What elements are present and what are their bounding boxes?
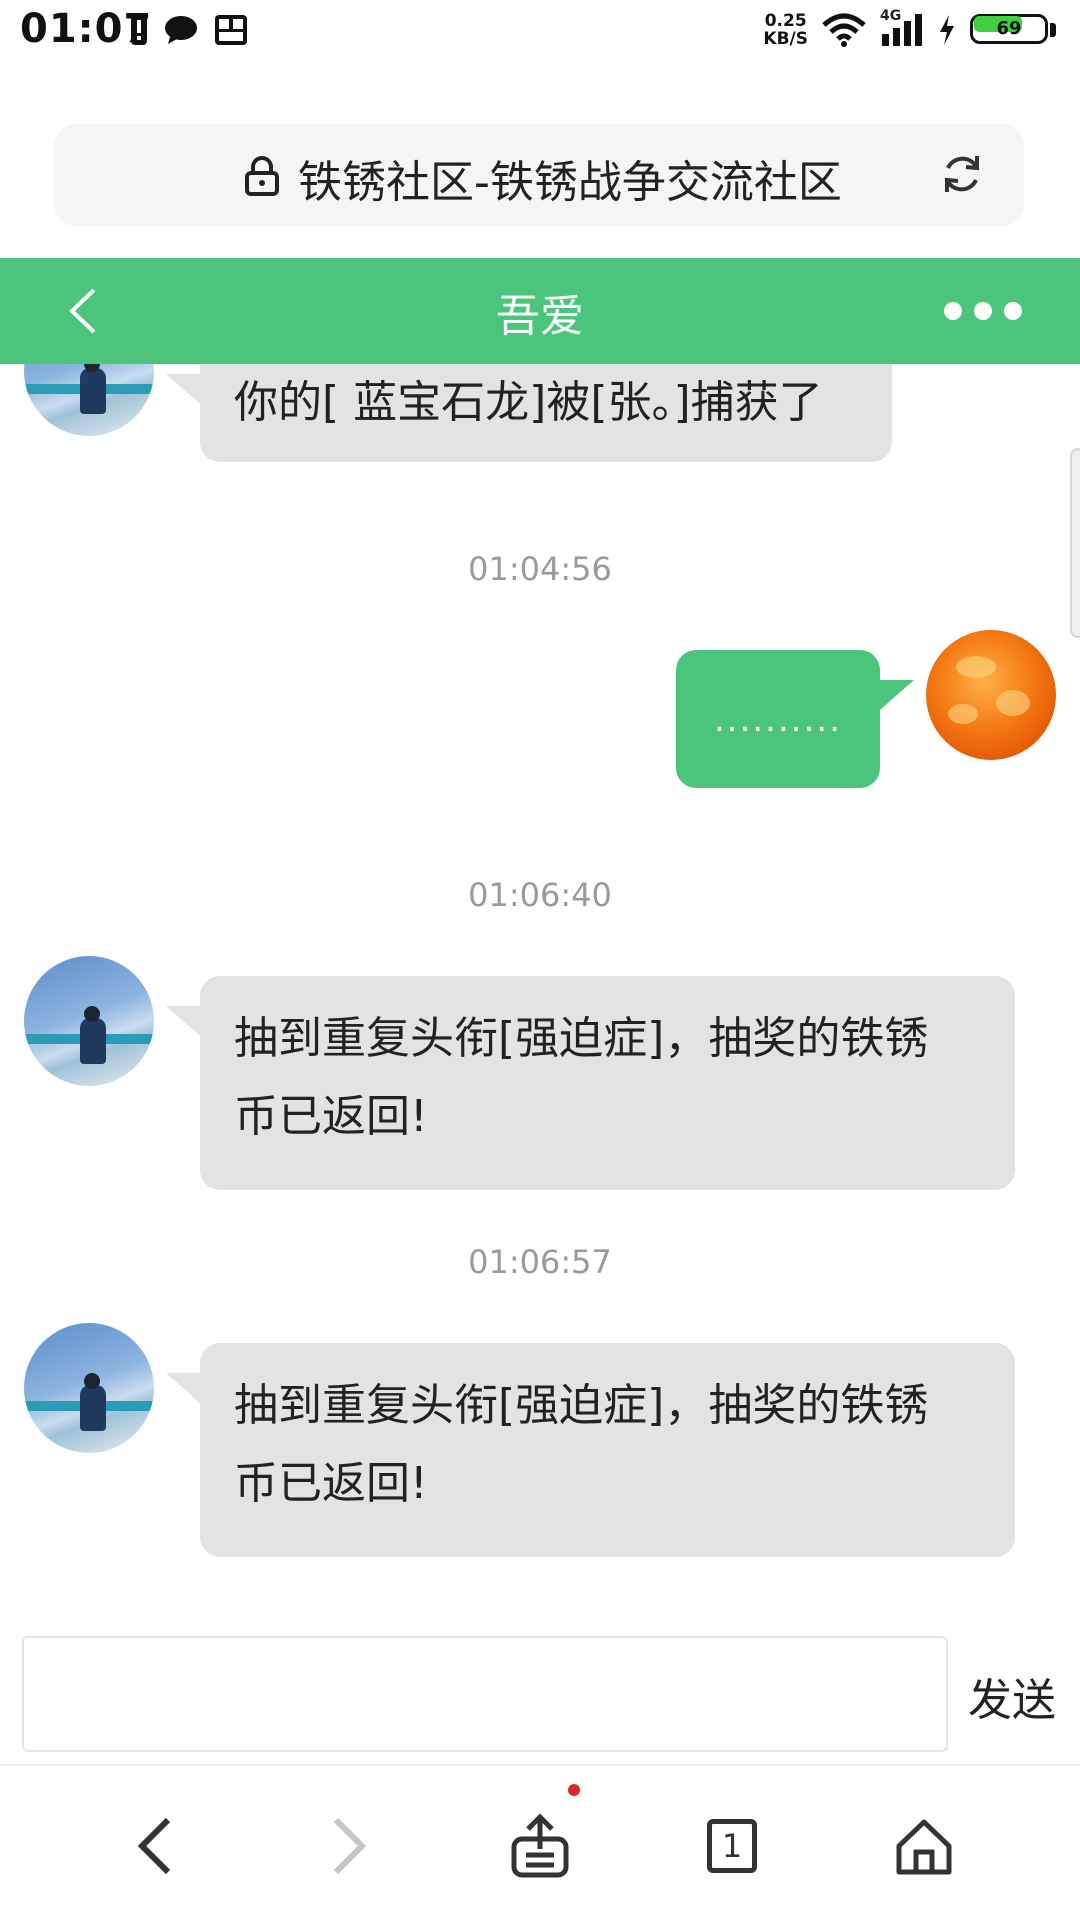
- message-timestamp: 01:04:56: [468, 550, 612, 588]
- message-timestamp: 01:06:40: [468, 876, 612, 914]
- message-text: 你的[ 蓝宝石龙]被[张。]捕获了: [234, 377, 823, 428]
- composer: 发送: [0, 1630, 1080, 1764]
- nav-forward-button[interactable]: [310, 1806, 390, 1886]
- nav-home-button[interactable]: [884, 1806, 964, 1886]
- user-avatar[interactable]: [926, 630, 1056, 760]
- share-icon: [511, 1813, 569, 1878]
- sim-alert-icon: [131, 15, 147, 45]
- signal-icon: [882, 14, 922, 46]
- url-title: 铁锈社区-铁锈战争交流社区: [298, 157, 842, 208]
- charging-icon: [940, 15, 954, 45]
- home-icon: [896, 1819, 952, 1875]
- tab-count: 1: [721, 1827, 743, 1865]
- notification-icons: [130, 12, 248, 48]
- nav-share-button[interactable]: [500, 1806, 580, 1886]
- chat-title: 吾爱: [496, 291, 584, 342]
- app-root: 你的[ 蓝宝石龙]被[张。]捕获了 01:04:56 .......... 01…: [0, 0, 1080, 1920]
- send-button[interactable]: 发送: [968, 1664, 1056, 1728]
- status-bar: 01:07 0.25 KB/S 4G 69: [0, 0, 1080, 60]
- tabs-icon: 1: [707, 1819, 757, 1873]
- message-input[interactable]: [22, 1636, 948, 1752]
- message-bubble-received[interactable]: 抽到重复头衔[强迫症]，抽奖的铁锈 币已返回!: [166, 1343, 1015, 1557]
- nav-back-button[interactable]: [114, 1806, 194, 1886]
- browser-chrome: 铁锈社区-铁锈战争交流社区: [0, 60, 1080, 258]
- reload-icon[interactable]: [940, 152, 984, 196]
- scrollbar[interactable]: [1070, 448, 1080, 638]
- wifi-icon: [822, 13, 866, 47]
- message-text-line: 抽到重复头衔[强迫症]，抽奖的铁锈: [234, 1380, 929, 1431]
- chevron-right-icon: [333, 1817, 367, 1875]
- nav-tabs-button[interactable]: 1: [692, 1806, 772, 1886]
- more-options-icon[interactable]: [944, 302, 1022, 320]
- net-speed-value: 0.25: [764, 11, 807, 31]
- contact-avatar[interactable]: [24, 956, 154, 1086]
- signal-indicator: 4G: [880, 8, 924, 48]
- message-bubble-sent[interactable]: ..........: [676, 650, 914, 788]
- message-bubble-received[interactable]: 抽到重复头衔[强迫症]，抽奖的铁锈 币已返回!: [166, 976, 1015, 1190]
- url-bar[interactable]: 铁锈社区-铁锈战争交流社区: [54, 124, 1024, 226]
- message-icon: [165, 16, 197, 44]
- system-icons: 0.25 KB/S 4G 69: [763, 8, 1060, 52]
- message-text-line: 币已返回!: [234, 1458, 428, 1509]
- net-speed: 0.25 KB/S: [763, 12, 808, 48]
- chevron-left-icon: [137, 1817, 171, 1875]
- contact-avatar[interactable]: [24, 1323, 154, 1453]
- message-text-line: 抽到重复头衔[强迫症]，抽奖的铁锈: [234, 1013, 929, 1064]
- lock-icon: [245, 156, 279, 196]
- browser-bottom-nav: 1: [0, 1764, 1080, 1920]
- message-timestamp: 01:06:57: [468, 1243, 612, 1281]
- chat-header: 吾爱: [0, 258, 1080, 364]
- message-text-line: 币已返回!: [234, 1091, 428, 1142]
- battery-level: 69: [996, 18, 1022, 39]
- message-text: ..........: [713, 700, 843, 740]
- gallery-icon: [215, 15, 247, 45]
- battery-icon: 69: [970, 12, 1060, 48]
- notification-dot: [568, 1784, 580, 1796]
- net-speed-unit: KB/S: [763, 29, 808, 49]
